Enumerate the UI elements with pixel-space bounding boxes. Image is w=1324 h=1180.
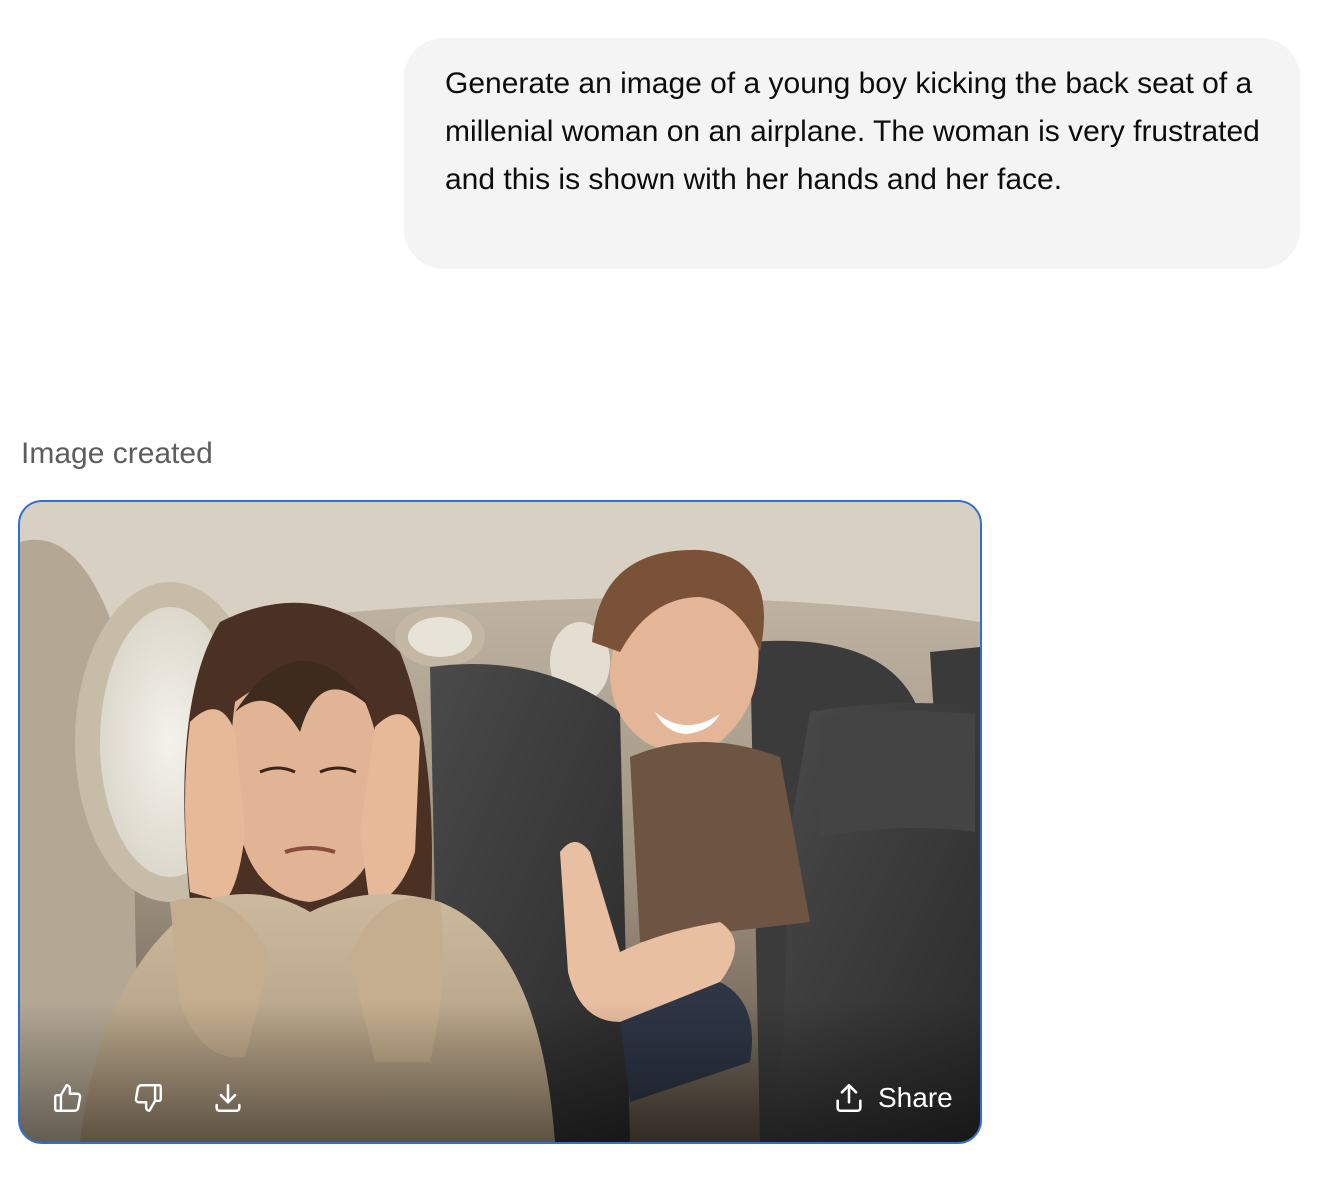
share-button[interactable]: Share — [832, 1076, 953, 1120]
download-icon — [215, 1083, 241, 1113]
share-icon — [836, 1083, 862, 1113]
like-button[interactable] — [46, 1076, 90, 1120]
user-message-bubble: Generate an image of a young boy kicking… — [404, 38, 1300, 269]
dislike-button[interactable] — [126, 1076, 170, 1120]
thumbs-down-icon — [134, 1084, 162, 1112]
thumbs-up-icon — [54, 1084, 82, 1112]
generated-image-card[interactable]: Share — [18, 500, 982, 1144]
generated-image[interactable] — [20, 502, 980, 1142]
user-message-text: Generate an image of a young boy kicking… — [445, 67, 1260, 196]
image-created-label: Image created — [21, 437, 213, 470]
share-label: Share — [878, 1082, 953, 1113]
download-button[interactable] — [206, 1076, 250, 1120]
